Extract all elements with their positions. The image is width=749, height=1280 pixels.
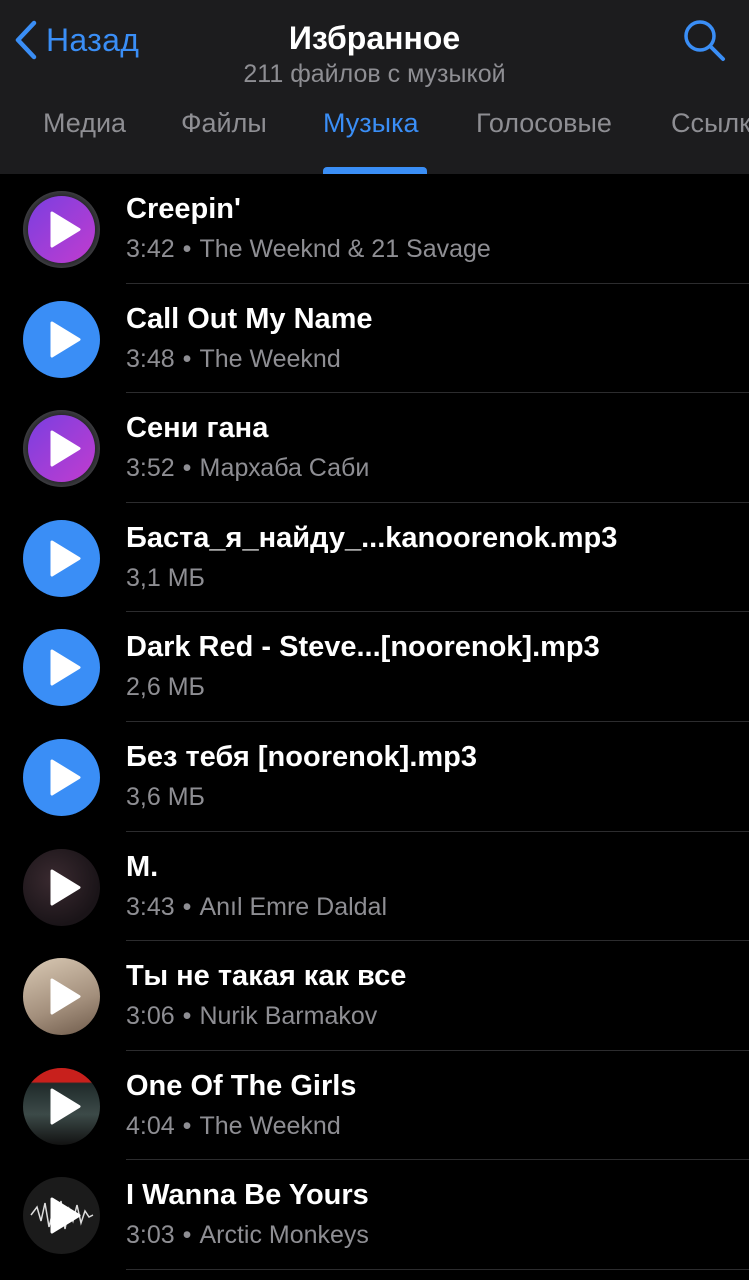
track-title: Сени гана [126, 412, 269, 445]
track-artist: The Weeknd [199, 1111, 341, 1140]
search-icon [682, 20, 726, 66]
track-duration: 4:04 [126, 1111, 175, 1140]
file-size: 2,6 МБ [126, 673, 205, 702]
track-list: Creepin' 3:42 • The Weeknd & 21 Savage Call … [0, 174, 749, 1270]
track-thumbnail[interactable] [23, 848, 100, 926]
track-subtitle: 3:43 • Anıl Emre Daldal [126, 893, 387, 922]
track-row[interactable]: Без тебя [noorenok].mp3 3,6 МБ [0, 722, 749, 832]
track-thumbnail[interactable] [23, 300, 100, 378]
tab-bar: Медиа Файлы Музыка Голосовые Ссылк [0, 108, 749, 148]
track-thumbnail[interactable] [23, 629, 100, 707]
track-artist: Anıl Emre Daldal [199, 892, 388, 921]
track-subtitle: 4:04 • The Weeknd [126, 1112, 341, 1141]
nav-header: Назад Избранное 211 файлов с музыкой Мед… [0, 0, 749, 174]
track-row[interactable]: Сени гана 3:52 • Мархаба Саби [0, 393, 749, 503]
track-thumbnail[interactable] [23, 1177, 100, 1255]
page-title: Избранное [288, 20, 461, 56]
track-row[interactable]: One Of The Girls 4:04 • The Weeknd [0, 1051, 749, 1161]
track-title: Баста_я_найду_...kanoorenok.mp3 [126, 521, 618, 554]
track-duration: 3:52 [126, 454, 175, 483]
track-artist: Arctic Monkeys [199, 1221, 369, 1250]
track-artist: The Weeknd & 21 Savage [199, 235, 491, 263]
track-row[interactable]: M. 3:43 • Anıl Emre Daldal [0, 832, 749, 942]
track-title: Call Out My Name [126, 302, 373, 335]
track-subtitle: 3:42 • The Weeknd & 21 Savage [126, 235, 491, 264]
track-row[interactable]: Call Out My Name 3:48 • The Weeknd [0, 284, 749, 394]
track-title: Ты не такая как все [126, 960, 407, 993]
file-size: 3,1 МБ [126, 563, 205, 592]
track-row[interactable]: I Wanna Be Yours 3:03 • Arctic Monkeys [0, 1160, 749, 1270]
file-size: 3,6 МБ [126, 782, 205, 811]
separator-dot: • [182, 235, 192, 263]
track-thumbnail[interactable] [23, 1067, 100, 1145]
track-duration: 3:03 [126, 1221, 175, 1250]
track-title: One Of The Girls [126, 1069, 357, 1102]
track-duration: 3:06 [126, 1002, 175, 1031]
track-duration: 3:42 [126, 235, 175, 263]
tab-media[interactable]: Медиа [43, 108, 126, 139]
track-title: Dark Red - Steve...[noorenok].mp3 [126, 631, 600, 664]
tab-music[interactable]: Музыка [323, 108, 419, 139]
track-duration: 3:48 [126, 344, 175, 373]
track-subtitle: 2,6 МБ [126, 673, 205, 702]
separator-dot: • [182, 892, 192, 921]
separator-dot: • [182, 1221, 192, 1250]
track-thumbnail[interactable] [23, 519, 100, 597]
track-row[interactable]: Баста_я_найду_...kanoorenok.mp3 3,1 МБ [0, 503, 749, 613]
track-thumbnail[interactable] [23, 958, 100, 1036]
track-artist: Nurik Barmakov [199, 1002, 378, 1031]
separator-dot: • [182, 454, 192, 483]
track-subtitle: 3:03 • Arctic Monkeys [126, 1221, 369, 1250]
track-subtitle: 3:06 • Nurik Barmakov [126, 1002, 377, 1031]
track-thumbnail[interactable] [23, 738, 100, 816]
separator-dot: • [182, 1002, 192, 1031]
track-thumbnail[interactable] [23, 191, 100, 268]
track-subtitle: 3:52 • Мархаба Саби [126, 454, 369, 483]
tab-voice[interactable]: Голосовые [476, 108, 612, 139]
track-title: Creepin' [126, 193, 241, 225]
track-row[interactable]: Dark Red - Steve...[noorenok].mp3 2,6 МБ [0, 612, 749, 722]
track-subtitle: 3,6 МБ [126, 783, 205, 812]
track-subtitle: 3:48 • The Weeknd [126, 345, 341, 374]
track-row[interactable]: Ты не такая как все 3:06 • Nurik Barmakov [0, 941, 749, 1051]
tab-files[interactable]: Файлы [181, 108, 267, 139]
track-title: Без тебя [noorenok].mp3 [126, 740, 478, 773]
active-tab-indicator [323, 167, 427, 174]
page-subtitle: 211 файлов с музыкой [243, 60, 506, 88]
track-title: M. [126, 850, 159, 883]
track-thumbnail[interactable] [23, 410, 100, 488]
track-subtitle: 3,1 МБ [126, 564, 205, 593]
separator-dot: • [182, 1111, 192, 1140]
track-title: I Wanna Be Yours [126, 1179, 369, 1212]
track-duration: 3:43 [126, 892, 175, 921]
row-divider [126, 1268, 749, 1270]
track-row[interactable]: Creepin' 3:42 • The Weeknd & 21 Savage [0, 174, 749, 284]
separator-dot: • [182, 344, 192, 373]
search-button[interactable] [682, 18, 726, 62]
track-artist: Мархаба Саби [199, 454, 370, 483]
track-artist: The Weeknd [199, 344, 341, 373]
tab-links[interactable]: Ссылк [671, 108, 749, 139]
